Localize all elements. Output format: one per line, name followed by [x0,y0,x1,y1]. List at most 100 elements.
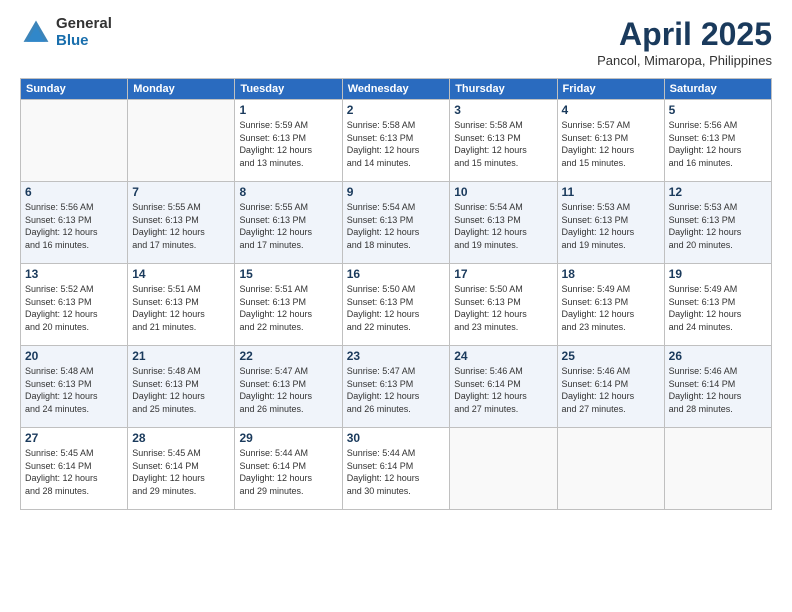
header-monday: Monday [128,79,235,100]
day-number: 25 [562,349,660,363]
day-number: 18 [562,267,660,281]
table-row: 1Sunrise: 5:59 AM Sunset: 6:13 PM Daylig… [235,100,342,182]
table-row: 5 Sunrise: 5:56 AM Sunset: 6:13 PM Daylig… [664,100,771,182]
table-row: 16 Sunrise: 5:50 AM Sunset: 6:13 PM Dayli… [342,264,450,346]
header-saturday: Saturday [664,79,771,100]
day-number: 16 [347,267,446,281]
day-info: Sunrise: 5:58 AM Sunset: 6:13 PM Dayligh… [347,119,446,169]
day-info: Sunrise: 5:57 AM Sunset: 6:13 PM Dayligh… [562,119,660,169]
table-row: 4 Sunrise: 5:57 AM Sunset: 6:13 PM Daylig… [557,100,664,182]
calendar: Sunday Monday Tuesday Wednesday Thursday… [20,78,772,510]
day-info: Sunrise: 5:46 AM Sunset: 6:14 PM Dayligh… [562,365,660,415]
day-info: Sunrise: 5:49 AM Sunset: 6:13 PM Dayligh… [562,283,660,333]
table-row [128,100,235,182]
table-row: 27Sunrise: 5:45 AM Sunset: 6:14 PM Dayli… [21,428,128,510]
table-row: 13Sunrise: 5:52 AM Sunset: 6:13 PM Dayli… [21,264,128,346]
month-title: April 2025 [597,16,772,53]
day-number: 19 [669,267,767,281]
header: General Blue April 2025 Pancol, Mimaropa… [20,16,772,68]
table-row [450,428,557,510]
calendar-week-row: 1Sunrise: 5:59 AM Sunset: 6:13 PM Daylig… [21,100,772,182]
day-info: Sunrise: 5:53 AM Sunset: 6:13 PM Dayligh… [562,201,660,251]
logo-blue-text: Blue [56,33,112,50]
day-info: Sunrise: 5:56 AM Sunset: 6:13 PM Dayligh… [669,119,767,169]
day-number: 10 [454,185,552,199]
day-number: 2 [347,103,446,117]
day-info: Sunrise: 5:56 AM Sunset: 6:13 PM Dayligh… [25,201,123,251]
table-row: 21Sunrise: 5:48 AM Sunset: 6:13 PM Dayli… [128,346,235,428]
table-row: 24Sunrise: 5:46 AM Sunset: 6:14 PM Dayli… [450,346,557,428]
logo: General Blue [20,16,112,49]
table-row: 23 Sunrise: 5:47 AM Sunset: 6:13 PM Dayli… [342,346,450,428]
page: General Blue April 2025 Pancol, Mimaropa… [0,0,792,612]
day-info: Sunrise: 5:58 AM Sunset: 6:13 PM Dayligh… [454,119,552,169]
day-info: Sunrise: 5:47 AM Sunset: 6:13 PM Dayligh… [347,365,446,415]
table-row: 12 Sunrise: 5:53 AM Sunset: 6:13 PM Dayli… [664,182,771,264]
day-number: 20 [25,349,123,363]
day-number: 8 [239,185,337,199]
table-row: 7Sunrise: 5:55 AM Sunset: 6:13 PM Daylig… [128,182,235,264]
day-number: 29 [239,431,337,445]
table-row: 30 Sunrise: 5:44 AM Sunset: 6:14 PM Dayli… [342,428,450,510]
day-info: Sunrise: 5:47 AM Sunset: 6:13 PM Dayligh… [239,365,337,415]
table-row: 19 Sunrise: 5:49 AM Sunset: 6:13 PM Dayli… [664,264,771,346]
table-row: 26Sunrise: 5:46 AM Sunset: 6:14 PM Dayli… [664,346,771,428]
day-number: 3 [454,103,552,117]
logo-text: General Blue [56,16,112,49]
weekday-header-row: Sunday Monday Tuesday Wednesday Thursday… [21,79,772,100]
day-info: Sunrise: 5:48 AM Sunset: 6:13 PM Dayligh… [132,365,230,415]
table-row: 9Sunrise: 5:54 AM Sunset: 6:13 PM Daylig… [342,182,450,264]
day-info: Sunrise: 5:45 AM Sunset: 6:14 PM Dayligh… [132,447,230,497]
day-number: 1 [239,103,337,117]
calendar-week-row: 6 Sunrise: 5:56 AM Sunset: 6:13 PM Daylig… [21,182,772,264]
table-row: 28Sunrise: 5:45 AM Sunset: 6:14 PM Dayli… [128,428,235,510]
table-row [557,428,664,510]
day-info: Sunrise: 5:55 AM Sunset: 6:13 PM Dayligh… [239,201,337,251]
day-info: Sunrise: 5:46 AM Sunset: 6:14 PM Dayligh… [454,365,552,415]
table-row [21,100,128,182]
table-row: 14 Sunrise: 5:51 AM Sunset: 6:13 PM Dayli… [128,264,235,346]
day-info: Sunrise: 5:49 AM Sunset: 6:13 PM Dayligh… [669,283,767,333]
calendar-week-row: 20 Sunrise: 5:48 AM Sunset: 6:13 PM Dayli… [21,346,772,428]
day-number: 12 [669,185,767,199]
header-friday: Friday [557,79,664,100]
table-row: 15 Sunrise: 5:51 AM Sunset: 6:13 PM Dayli… [235,264,342,346]
calendar-week-row: 13Sunrise: 5:52 AM Sunset: 6:13 PM Dayli… [21,264,772,346]
day-number: 23 [347,349,446,363]
day-info: Sunrise: 5:46 AM Sunset: 6:14 PM Dayligh… [669,365,767,415]
table-row: 17 Sunrise: 5:50 AM Sunset: 6:13 PM Dayli… [450,264,557,346]
calendar-week-row: 27Sunrise: 5:45 AM Sunset: 6:14 PM Dayli… [21,428,772,510]
day-number: 30 [347,431,446,445]
table-row: 18 Sunrise: 5:49 AM Sunset: 6:13 PM Dayli… [557,264,664,346]
table-row: 8 Sunrise: 5:55 AM Sunset: 6:13 PM Daylig… [235,182,342,264]
day-number: 22 [239,349,337,363]
day-info: Sunrise: 5:44 AM Sunset: 6:14 PM Dayligh… [347,447,446,497]
day-info: Sunrise: 5:50 AM Sunset: 6:13 PM Dayligh… [347,283,446,333]
header-tuesday: Tuesday [235,79,342,100]
day-number: 5 [669,103,767,117]
title-block: April 2025 Pancol, Mimaropa, Philippines [597,16,772,68]
day-number: 6 [25,185,123,199]
table-row: 29Sunrise: 5:44 AM Sunset: 6:14 PM Dayli… [235,428,342,510]
day-number: 4 [562,103,660,117]
day-info: Sunrise: 5:53 AM Sunset: 6:13 PM Dayligh… [669,201,767,251]
table-row: 10Sunrise: 5:54 AM Sunset: 6:13 PM Dayli… [450,182,557,264]
table-row: 6 Sunrise: 5:56 AM Sunset: 6:13 PM Daylig… [21,182,128,264]
table-row: 3 Sunrise: 5:58 AM Sunset: 6:13 PM Daylig… [450,100,557,182]
header-wednesday: Wednesday [342,79,450,100]
table-row: 25 Sunrise: 5:46 AM Sunset: 6:14 PM Dayli… [557,346,664,428]
day-number: 15 [239,267,337,281]
day-info: Sunrise: 5:50 AM Sunset: 6:13 PM Dayligh… [454,283,552,333]
day-number: 9 [347,185,446,199]
header-sunday: Sunday [21,79,128,100]
day-number: 14 [132,267,230,281]
table-row: 2 Sunrise: 5:58 AM Sunset: 6:13 PM Daylig… [342,100,450,182]
header-thursday: Thursday [450,79,557,100]
table-row: 20Sunrise: 5:48 AM Sunset: 6:13 PM Dayli… [21,346,128,428]
location: Pancol, Mimaropa, Philippines [597,53,772,68]
day-info: Sunrise: 5:51 AM Sunset: 6:13 PM Dayligh… [132,283,230,333]
day-info: Sunrise: 5:45 AM Sunset: 6:14 PM Dayligh… [25,447,123,497]
table-row [664,428,771,510]
day-info: Sunrise: 5:51 AM Sunset: 6:13 PM Dayligh… [239,283,337,333]
day-number: 17 [454,267,552,281]
